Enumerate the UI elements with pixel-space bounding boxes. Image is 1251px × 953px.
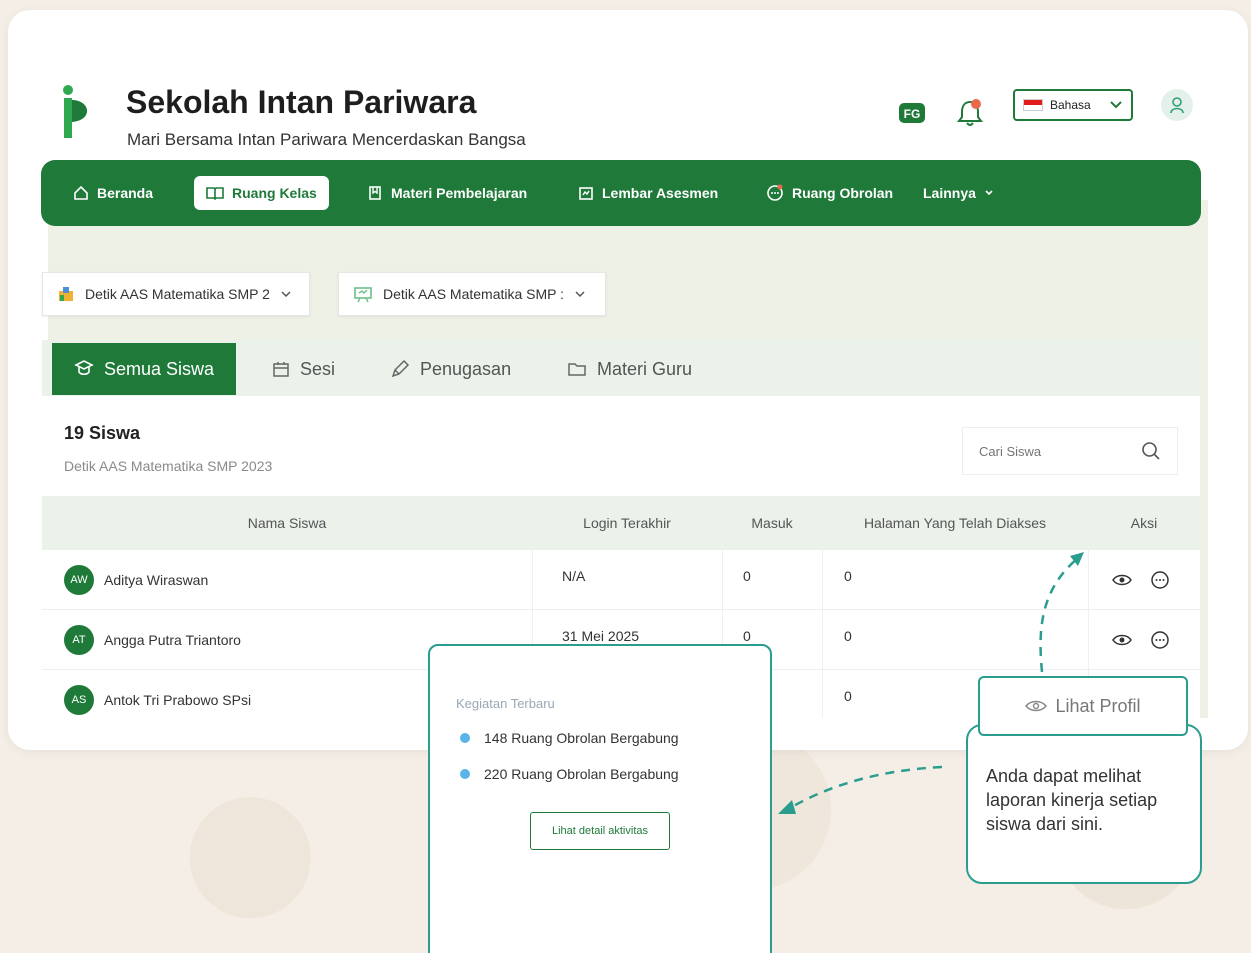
language-select[interactable]: Bahasa [1013,89,1133,121]
student-icon [74,360,94,376]
activity-item: 220 Ruang Obrolan Bergabung [460,766,679,782]
home-icon [74,185,88,200]
student-name-cell[interactable]: AT Angga Putra Triantoro [64,610,241,670]
user-avatar-button[interactable] [1161,89,1193,121]
tab-bar: Semua Siswa Sesi Penugasan Materi Guru [42,340,1200,396]
tip-text: Anda dapat melihat laporan kinerja setia… [986,766,1158,834]
pages-cell: 0 [844,628,852,644]
activity-detail-button[interactable]: Lihat detail aktivitas [530,812,670,850]
student-count: 19 Siswa [64,423,141,443]
activity-item: 148 Ruang Obrolan Bergabung [460,730,679,746]
school-title: Sekolah Intan Pariwara [126,84,477,120]
table-header: Nama Siswa Login Terakhir Masuk Halaman … [42,496,1200,550]
fg-icon[interactable]: FG [896,97,928,129]
calendar-icon [273,362,289,377]
avatar: AT [64,625,94,655]
col-nama-siswa[interactable]: Nama Siswa [42,496,532,550]
language-label: Bahasa [1050,98,1091,112]
table-row: AW Aditya Wiraswan N/A 0 0 [42,550,1200,610]
class-icon [59,287,73,301]
chevron-down-icon [1110,101,1122,109]
chat-icon[interactable] [1150,630,1170,650]
eye-icon[interactable] [1112,633,1132,647]
chevron-down-icon [281,291,291,298]
clipboard-icon [579,187,593,200]
col-masuk[interactable]: Masuk [722,496,822,550]
user-icon [1170,97,1184,114]
nav-ruang-obrolan[interactable]: Ruang Obrolan [754,176,905,210]
avatar: AS [64,685,94,715]
nav-lembar-asesmen[interactable]: Lembar Asesmen [566,176,730,210]
class-select[interactable]: Detik AAS Matematika SMP 2 [42,272,310,316]
activity-popup: Kegiatan Terbaru 148 Ruang Obrolan Berga… [428,644,772,953]
activity-title: Kegiatan Terbaru [456,696,555,711]
folder-icon [568,363,586,376]
board-icon [354,287,372,303]
pages-cell: 0 [844,568,852,584]
eye-icon[interactable] [1112,573,1132,587]
tab-semua-siswa[interactable]: Semua Siswa [52,343,237,395]
chat-icon[interactable] [1150,570,1170,590]
tab-sesi[interactable]: Sesi [250,343,357,395]
book-icon [369,186,381,200]
nav-lainnya[interactable]: Lainnya [911,176,1006,210]
actions-cell [1112,610,1170,670]
eye-icon [1025,700,1048,712]
nav-beranda[interactable]: Beranda [61,176,165,210]
bell-icon[interactable] [954,97,986,129]
chevron-down-icon [985,190,993,196]
book-open-icon [206,187,224,201]
search-input[interactable] [979,443,1129,459]
student-name-cell[interactable]: AW Aditya Wiraswan [64,550,208,610]
search-box [962,427,1178,475]
chat-icon [767,184,783,201]
tab-penugasan[interactable]: Penugasan [368,343,533,395]
col-halaman[interactable]: Halaman Yang Telah Diakses [822,496,1088,550]
tip-popup: Anda dapat melihat laporan kinerja setia… [966,724,1202,884]
class-name: Detik AAS Matematika SMP 2023 [64,458,273,474]
tab-materi-guru[interactable]: Materi Guru [545,343,714,395]
search-icon[interactable] [1141,441,1161,461]
last-login-cell: N/A [562,568,586,584]
pages-cell: 0 [844,688,852,704]
pen-icon [391,359,410,378]
avatar: AW [64,565,94,595]
chevron-down-icon [575,291,585,298]
nav-ruang-kelas[interactable]: Ruang Kelas [194,176,329,210]
main-navbar: Beranda Ruang Kelas Materi Pembelajaran … [41,160,1201,226]
divider [822,496,823,750]
bullet-dot [460,733,470,743]
bullet-dot [460,769,470,779]
view-profile-button[interactable]: Lihat Profil [978,676,1188,736]
material-select[interactable]: Detik AAS Matematika SMP : [338,272,606,316]
col-login-terakhir[interactable]: Login Terakhir [532,496,722,550]
school-subtitle: Mari Bersama Intan Pariwara Mencerdaskan… [127,130,526,149]
col-aksi: Aksi [1130,515,1158,531]
entries-cell: 0 [743,568,751,584]
actions-cell [1112,550,1170,610]
svg-text:FG: FG [904,107,921,121]
nav-materi-pembelajaran[interactable]: Materi Pembelajaran [355,176,539,210]
indonesia-flag-icon [1023,99,1043,111]
logo-icon [63,85,88,138]
